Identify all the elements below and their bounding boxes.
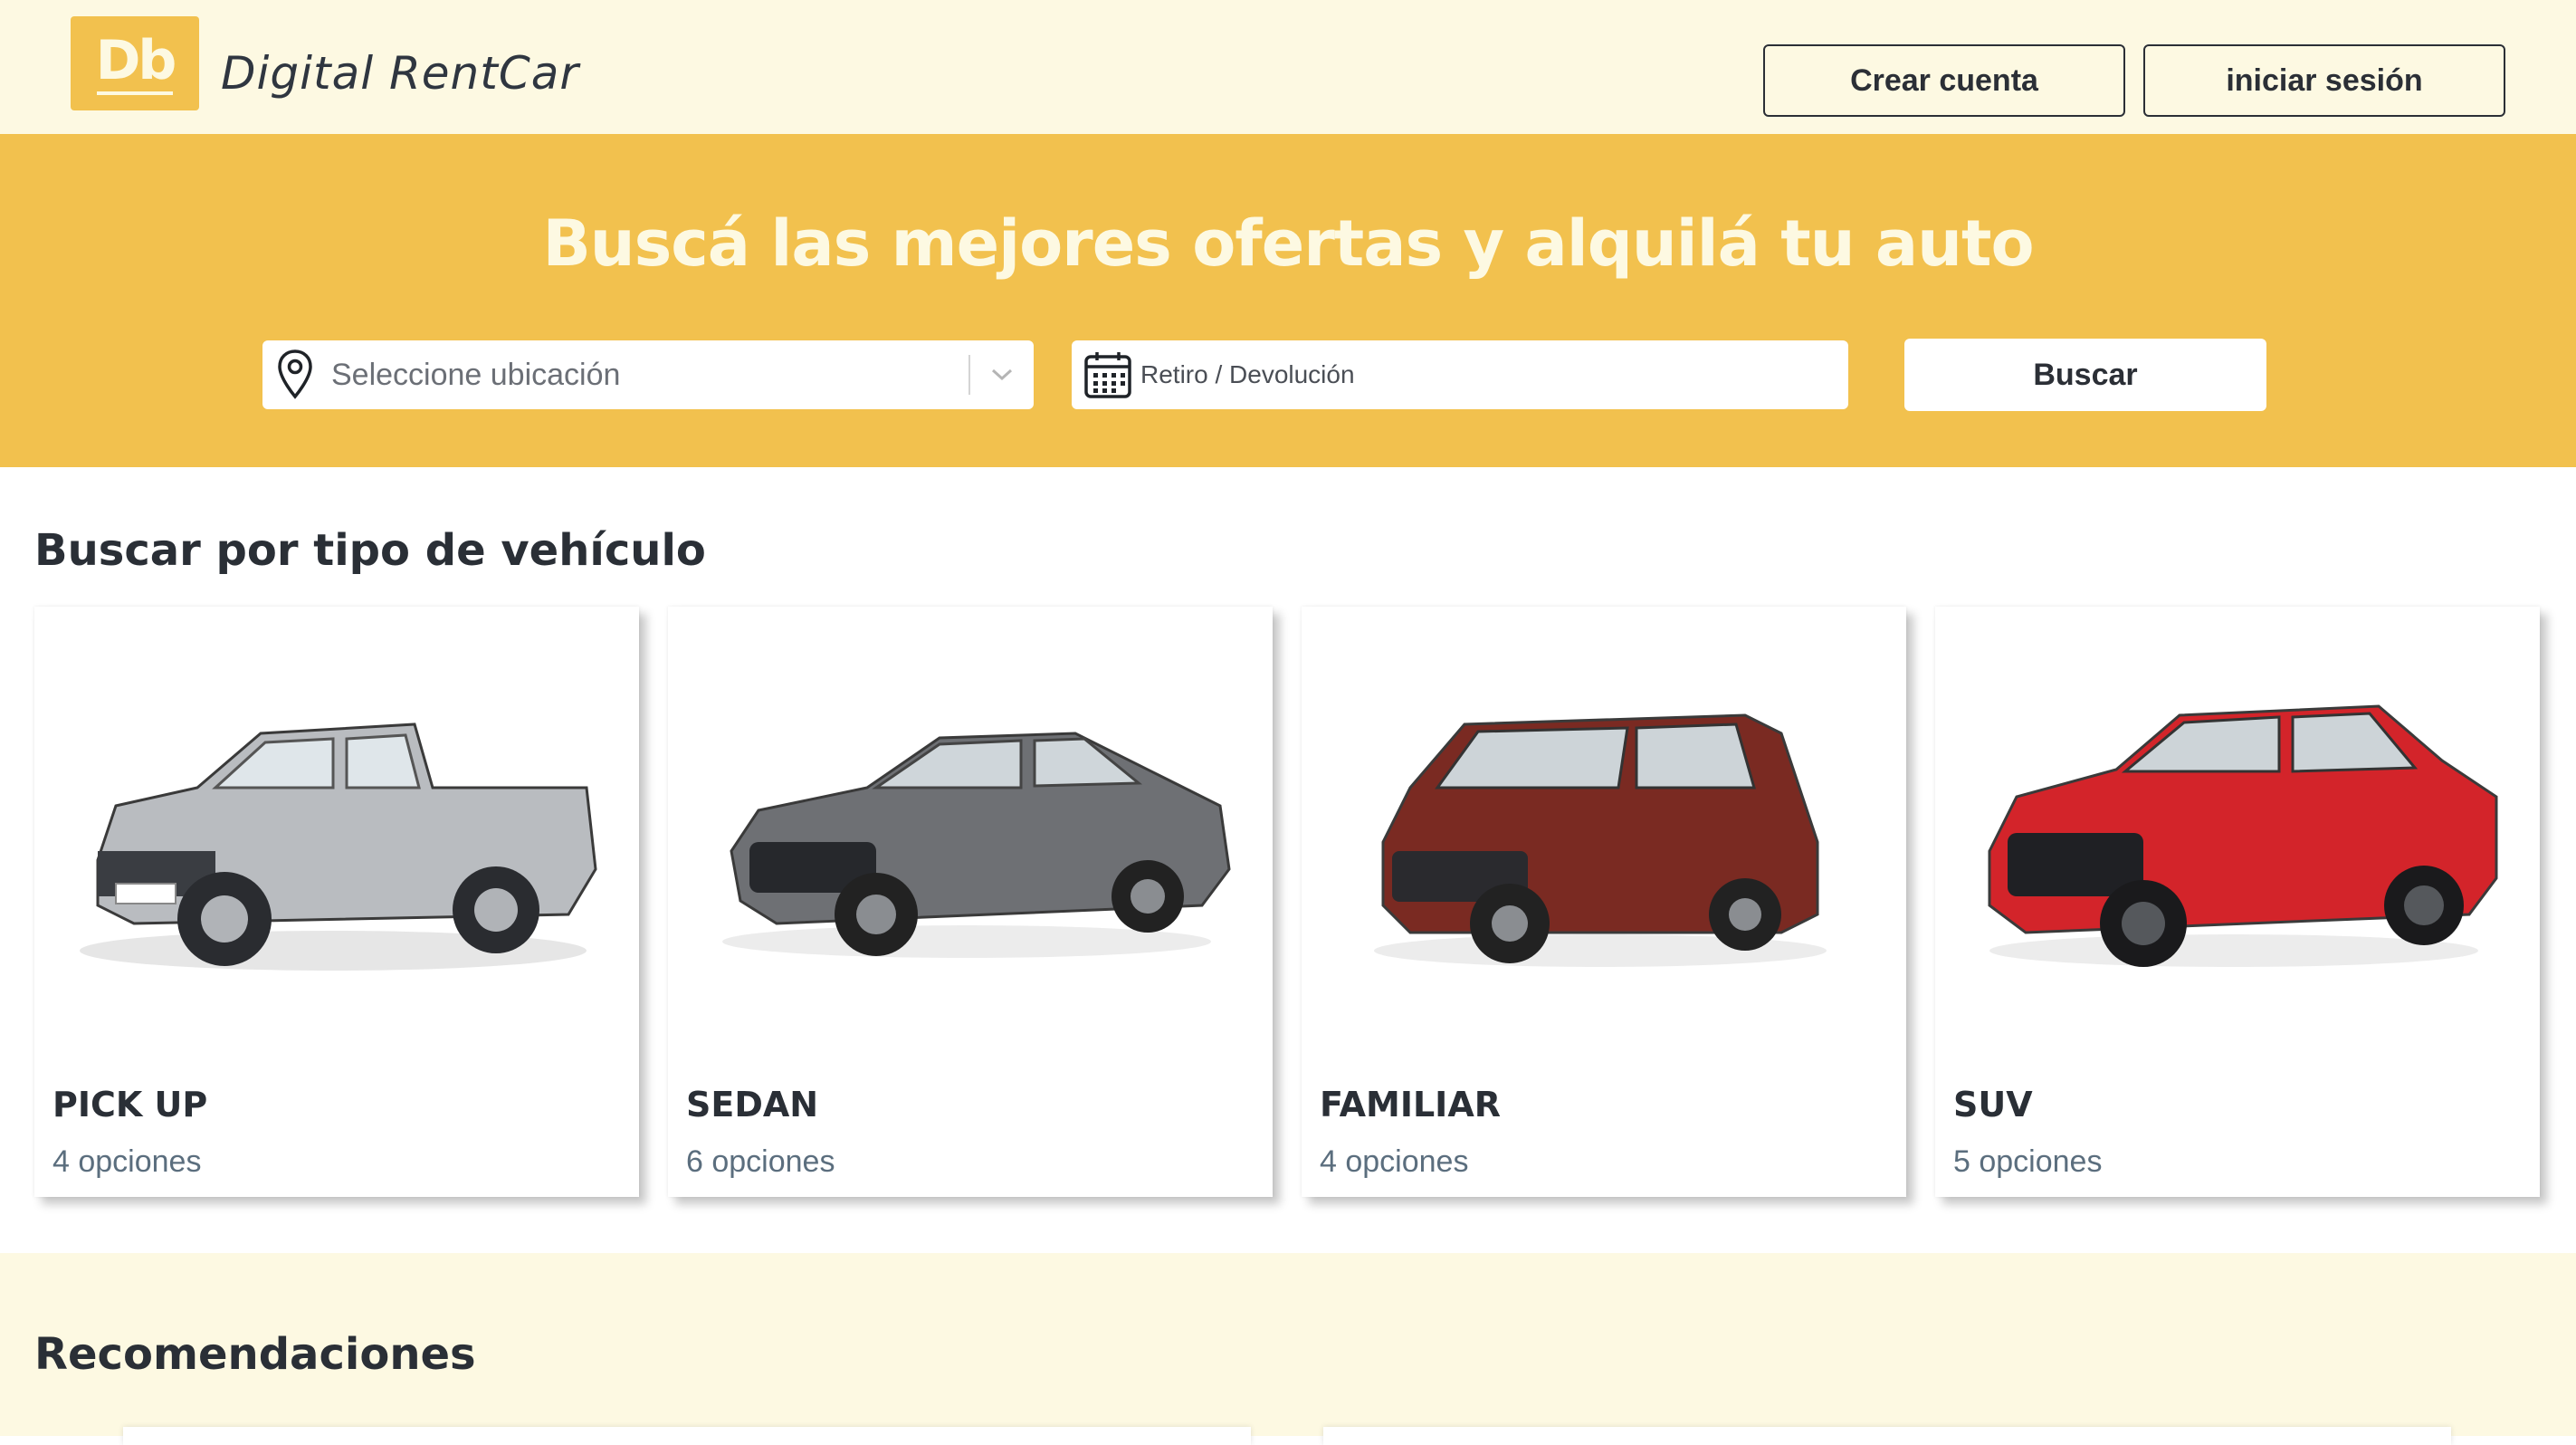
- category-card-familiar[interactable]: FAMILIAR 4 opciones: [1302, 607, 1906, 1197]
- top-header: Db Digital RentCar Crear cuenta iniciar …: [0, 0, 2576, 134]
- category-card-suv[interactable]: SUV 5 opciones: [1935, 607, 2540, 1197]
- sedan-car-image: [722, 732, 1231, 958]
- category-count: 5 opciones: [1953, 1144, 2103, 1179]
- date-range-input[interactable]: Retiro / Devolución: [1072, 340, 1848, 409]
- pickup-car-image: [80, 722, 597, 971]
- brand-name[interactable]: Digital RentCar: [221, 47, 579, 100]
- login-button[interactable]: iniciar sesión: [2143, 44, 2505, 117]
- logo-text: Db: [95, 29, 177, 92]
- location-placeholder: Seleccione ubicación: [331, 357, 621, 392]
- category-card-sedan[interactable]: SEDAN 6 opciones: [668, 607, 1273, 1197]
- category-count: 4 opciones: [1320, 1144, 1469, 1179]
- chevron-down-icon[interactable]: [970, 367, 1034, 383]
- recommendation-card[interactable]: [1323, 1427, 2451, 1445]
- category-name: SUV: [1953, 1085, 2033, 1124]
- recommendations-title: Recomendaciones: [34, 1329, 476, 1380]
- map-pin-icon: [278, 349, 312, 399]
- hero-title: Buscá las mejores ofertas y alquilá tu a…: [542, 206, 2034, 281]
- category-count: 4 opciones: [52, 1144, 202, 1179]
- category-card-pickup[interactable]: PICK UP 4 opciones: [34, 607, 639, 1197]
- date-placeholder: Retiro / Devolución: [1140, 360, 1355, 388]
- category-name: PICK UP: [52, 1085, 208, 1124]
- logo-underline: [97, 91, 173, 95]
- location-select[interactable]: Seleccione ubicación: [262, 340, 1034, 409]
- category-section-title: Buscar por tipo de vehículo: [34, 525, 706, 576]
- recommendation-card[interactable]: [123, 1427, 1251, 1445]
- calendar-icon: [1084, 352, 1131, 398]
- search-hero: Buscá las mejores ofertas y alquilá tu a…: [0, 134, 2576, 467]
- category-count: 6 opciones: [686, 1144, 835, 1179]
- familiar-car-image: [1374, 713, 1827, 967]
- search-button[interactable]: Buscar: [1904, 339, 2266, 411]
- category-name: SEDAN: [686, 1085, 819, 1124]
- logo[interactable]: Db: [71, 16, 199, 110]
- category-name: FAMILIAR: [1320, 1085, 1501, 1124]
- suv-car-image: [1988, 704, 2498, 967]
- create-account-button[interactable]: Crear cuenta: [1763, 44, 2125, 117]
